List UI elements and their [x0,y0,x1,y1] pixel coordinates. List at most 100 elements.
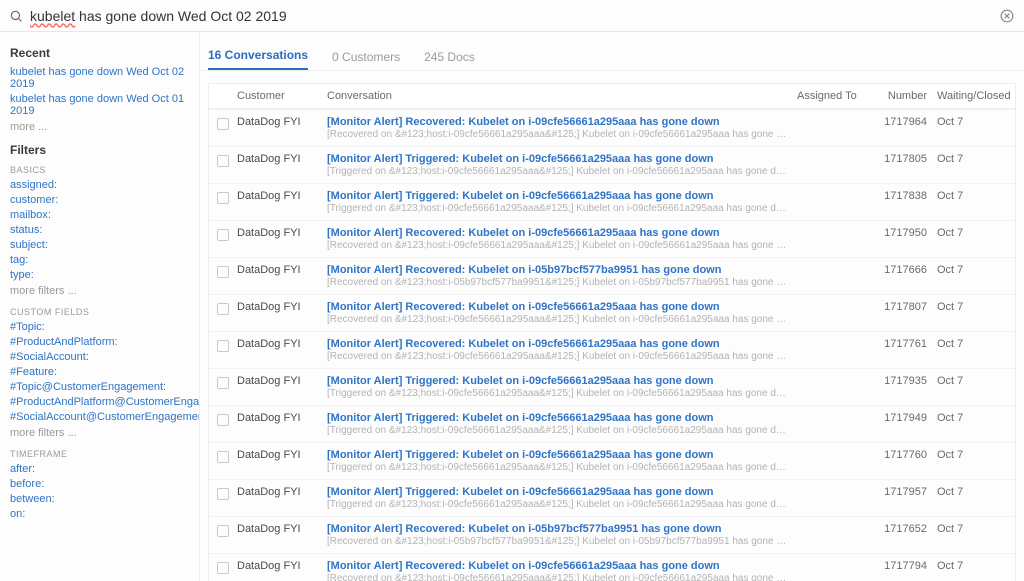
row-customer: DataDog FYI [237,560,327,572]
row-subject[interactable]: [Monitor Alert] Recovered: Kubelet on i-… [327,301,787,313]
row-date: Oct 7 [937,338,1007,350]
hdr-date[interactable]: Waiting/Closed [937,90,1007,102]
hdr-customer[interactable]: Customer [237,90,327,102]
filter-basic-4[interactable]: subject: [10,239,199,251]
row-customer: DataDog FYI [237,486,327,498]
hdr-number[interactable]: Number [877,90,937,102]
table-row[interactable]: DataDog FYI[Monitor Alert] Triggered: Ku… [209,442,1015,479]
row-checkbox[interactable] [217,303,229,315]
row-subject[interactable]: [Monitor Alert] Triggered: Kubelet on i-… [327,190,787,202]
table-row[interactable]: DataDog FYI[Monitor Alert] Recovered: Ku… [209,516,1015,553]
filter-custom-4[interactable]: #Topic@CustomerEngagement: [10,381,199,393]
table-row[interactable]: DataDog FYI[Monitor Alert] Recovered: Ku… [209,109,1015,146]
row-subject[interactable]: [Monitor Alert] Triggered: Kubelet on i-… [327,153,787,165]
filter-basic-2[interactable]: mailbox: [10,209,199,221]
hdr-conversation[interactable]: Conversation [327,90,797,102]
row-customer: DataDog FYI [237,116,327,128]
row-subject[interactable]: [Monitor Alert] Triggered: Kubelet on i-… [327,375,787,387]
row-subject[interactable]: [Monitor Alert] Triggered: Kubelet on i-… [327,449,787,461]
row-preview: [Recovered on &#123;host:i-09cfe56661a29… [327,129,787,140]
custom-more[interactable]: more filters ... [10,427,199,439]
row-customer: DataDog FYI [237,375,327,387]
table-row[interactable]: DataDog FYI[Monitor Alert] Triggered: Ku… [209,146,1015,183]
row-date: Oct 7 [937,560,1007,572]
filter-custom-5[interactable]: #ProductAndPlatform@CustomerEngagement: [10,396,199,408]
table-row[interactable]: DataDog FYI[Monitor Alert] Triggered: Ku… [209,183,1015,220]
filter-timeframe-0[interactable]: after: [10,463,199,475]
row-number: 1717805 [877,153,937,165]
row-checkbox[interactable] [217,488,229,500]
row-checkbox[interactable] [217,118,229,130]
row-preview: [Recovered on &#123;host:i-09cfe56661a29… [327,351,787,362]
row-conversation: [Monitor Alert] Recovered: Kubelet on i-… [327,264,797,288]
row-conversation: [Monitor Alert] Recovered: Kubelet on i-… [327,523,797,547]
row-number: 1717935 [877,375,937,387]
row-conversation: [Monitor Alert] Recovered: Kubelet on i-… [327,301,797,325]
table-row[interactable]: DataDog FYI[Monitor Alert] Recovered: Ku… [209,220,1015,257]
row-subject[interactable]: [Monitor Alert] Recovered: Kubelet on i-… [327,338,787,350]
table-row[interactable]: DataDog FYI[Monitor Alert] Recovered: Ku… [209,553,1015,581]
filter-basic-6[interactable]: type: [10,269,199,281]
tab-docs[interactable]: 245 Docs [424,44,475,70]
table-row[interactable]: DataDog FYI[Monitor Alert] Recovered: Ku… [209,331,1015,368]
row-checkbox[interactable] [217,192,229,204]
table-header: Customer Conversation Assigned To Number… [209,84,1015,109]
row-checkbox[interactable] [217,525,229,537]
row-subject[interactable]: [Monitor Alert] Recovered: Kubelet on i-… [327,264,787,276]
filter-custom-2[interactable]: #SocialAccount: [10,351,199,363]
tab-conversations[interactable]: 16 Conversations [208,42,308,70]
row-subject[interactable]: [Monitor Alert] Recovered: Kubelet on i-… [327,523,787,535]
row-subject[interactable]: [Monitor Alert] Triggered: Kubelet on i-… [327,486,787,498]
filter-timeframe-3[interactable]: on: [10,508,199,520]
row-checkbox[interactable] [217,266,229,278]
row-checkbox[interactable] [217,340,229,352]
row-preview: [Recovered on &#123;host:i-05b97bcf577ba… [327,536,787,547]
row-subject[interactable]: [Monitor Alert] Recovered: Kubelet on i-… [327,116,787,128]
row-number: 1717950 [877,227,937,239]
tabs: 16 Conversations 0 Customers 245 Docs [200,32,1024,71]
recent-item-1[interactable]: kubelet has gone down Wed Oct 01 2019 [10,93,199,117]
recent-item-0[interactable]: kubelet has gone down Wed Oct 02 2019 [10,66,199,90]
filter-basic-1[interactable]: customer: [10,194,199,206]
filter-timeframe-1[interactable]: before: [10,478,199,490]
filter-timeframe-2[interactable]: between: [10,493,199,505]
filter-custom-1[interactable]: #ProductAndPlatform: [10,336,199,348]
row-date: Oct 7 [937,116,1007,128]
row-preview: [Triggered on &#123;host:i-09cfe56661a29… [327,499,787,510]
table-row[interactable]: DataDog FYI[Monitor Alert] Recovered: Ku… [209,257,1015,294]
row-checkbox[interactable] [217,155,229,167]
row-subject[interactable]: [Monitor Alert] Triggered: Kubelet on i-… [327,412,787,424]
row-preview: [Recovered on &#123;host:i-09cfe56661a29… [327,314,787,325]
row-date: Oct 7 [937,486,1007,498]
row-subject[interactable]: [Monitor Alert] Recovered: Kubelet on i-… [327,560,787,572]
row-customer: DataDog FYI [237,301,327,313]
hdr-assigned[interactable]: Assigned To [797,90,877,102]
search-input[interactable]: kubelet has gone down Wed Oct 02 2019 [24,8,998,24]
row-subject[interactable]: [Monitor Alert] Recovered: Kubelet on i-… [327,227,787,239]
row-checkbox[interactable] [217,451,229,463]
row-checkbox[interactable] [217,377,229,389]
row-number: 1717794 [877,560,937,572]
row-checkbox[interactable] [217,229,229,241]
row-conversation: [Monitor Alert] Recovered: Kubelet on i-… [327,560,797,581]
table-row[interactable]: DataDog FYI[Monitor Alert] Triggered: Ku… [209,405,1015,442]
row-checkbox[interactable] [217,562,229,574]
recent-more[interactable]: more ... [10,121,199,133]
row-checkbox[interactable] [217,414,229,426]
table-row[interactable]: DataDog FYI[Monitor Alert] Recovered: Ku… [209,294,1015,331]
row-date: Oct 7 [937,227,1007,239]
table-row[interactable]: DataDog FYI[Monitor Alert] Triggered: Ku… [209,368,1015,405]
close-icon[interactable] [998,7,1016,25]
row-preview: [Recovered on &#123;host:i-09cfe56661a29… [327,240,787,251]
filter-basic-0[interactable]: assigned: [10,179,199,191]
basics-more[interactable]: more filters ... [10,285,199,297]
filter-custom-6[interactable]: #SocialAccount@CustomerEngagement: [10,411,199,423]
filter-custom-3[interactable]: #Feature: [10,366,199,378]
tab-customers[interactable]: 0 Customers [332,44,400,70]
filter-custom-0[interactable]: #Topic: [10,321,199,333]
row-customer: DataDog FYI [237,227,327,239]
filter-basic-5[interactable]: tag: [10,254,199,266]
table-row[interactable]: DataDog FYI[Monitor Alert] Triggered: Ku… [209,479,1015,516]
row-customer: DataDog FYI [237,412,327,424]
filter-basic-3[interactable]: status: [10,224,199,236]
